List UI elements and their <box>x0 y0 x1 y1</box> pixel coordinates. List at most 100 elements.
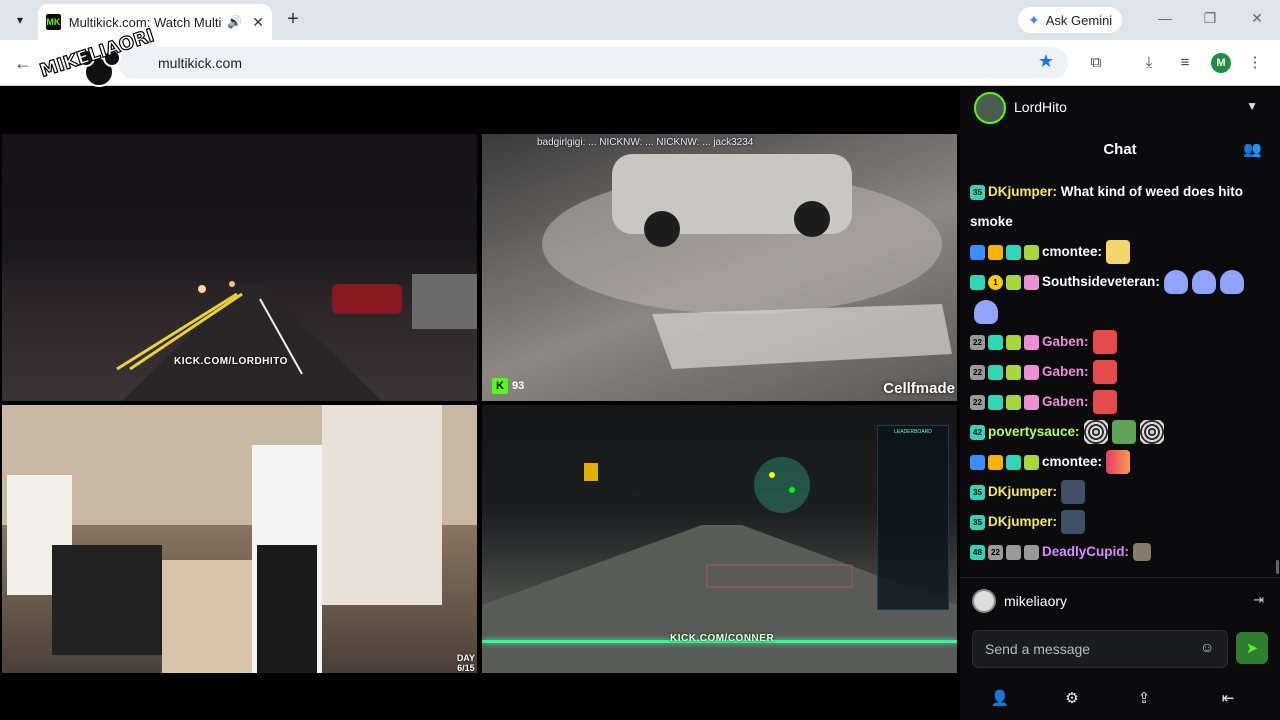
send-button[interactable]: ➤ <box>1236 632 1268 664</box>
chat-message: 35 DKjumper: <box>970 477 1270 507</box>
ask-gemini-label: Ask Gemini <box>1045 12 1113 28</box>
chat-badge-icon: 22 <box>988 544 1003 560</box>
media-icon[interactable]: ≡ <box>1174 52 1196 74</box>
close-window-icon[interactable]: ✕ <box>1247 10 1267 30</box>
chat-username[interactable]: cmontee: <box>1042 244 1102 259</box>
back-arrow-icon[interactable]: ← <box>12 52 34 74</box>
emote-icon <box>1092 360 1117 385</box>
day-value: 6/15 <box>457 663 475 673</box>
divider <box>960 577 1280 578</box>
chat-username[interactable]: Gaben: <box>1042 364 1089 379</box>
chat-message: 48 22 DeadlyCupid: <box>970 537 1270 567</box>
mikeliaori-logo: MIKELIAORI <box>37 25 157 87</box>
emote-icon <box>1111 420 1136 445</box>
chat-header: Chat 👥 <box>960 129 1280 169</box>
browser-tab-bar: ▾ MK Multikick.com: Watch Multi 🔊 ✕ + ✦ … <box>0 0 1280 40</box>
chat-badge-icon <box>1024 334 1039 350</box>
chat-badge-icon <box>970 244 985 260</box>
chat-username[interactable]: cmontee: <box>1042 454 1102 469</box>
stream-player-cellfmade[interactable]: badgirlgigi: ... NICKNW: ... NICKNW: ...… <box>482 134 957 401</box>
avatar[interactable] <box>972 589 996 613</box>
minimize-icon[interactable]: — <box>1155 10 1175 30</box>
exit-icon[interactable]: ⇥ <box>1253 592 1264 608</box>
chat-badge-icon <box>1024 454 1039 470</box>
stream-player-lordhito[interactable]: KICK.COM/LORDHITO <box>2 134 477 401</box>
chat-badge-icon <box>988 394 1003 410</box>
chat-badge-icon <box>1006 364 1021 380</box>
chat-message: 35 DKjumper: <box>970 507 1270 537</box>
chat-badge-icon <box>988 454 1003 470</box>
add-user-icon[interactable]: 👤 <box>990 689 1010 709</box>
speaker-icon[interactable]: 🔊 <box>227 15 242 29</box>
streamer-name: LordHito <box>1014 99 1067 115</box>
chat-badge-icon <box>1024 274 1039 290</box>
chat-badge-icon: 35 <box>970 484 985 500</box>
chat-badge-icon: 42 <box>970 424 985 440</box>
chat-badge-icon <box>988 244 1003 260</box>
chat-badge-icon: 35 <box>970 514 985 530</box>
chat-username[interactable]: Southsideveteran: <box>1042 274 1160 289</box>
users-icon[interactable]: 👥 <box>1243 140 1262 158</box>
address-toolbar: ← multikick.com ★ ⧉ ⤓ ≡ ⋮ <box>0 40 1280 86</box>
chat-username[interactable]: povertysauce: <box>988 424 1080 439</box>
chat-username[interactable]: DKjumper: <box>988 184 1057 199</box>
gear-icon[interactable]: ⚙ <box>1062 689 1082 709</box>
viewer-count: 93 <box>512 380 525 392</box>
chat-badge-icon <box>1006 454 1021 470</box>
emote-icon <box>1133 543 1152 562</box>
chat-username[interactable]: DKjumper: <box>988 484 1057 499</box>
kebab-menu-icon[interactable]: ⋮ <box>1244 52 1266 74</box>
emote-icon <box>1061 480 1086 505</box>
chat-bottom-toolbar: 👤 ⚙ ⇪ ⇤ <box>960 689 1280 713</box>
chat-badge-icon <box>988 364 1003 380</box>
stream-player-irl[interactable]: DAY 6/15 <box>2 405 477 673</box>
message-input[interactable] <box>972 630 1228 668</box>
chat-badge-icon: 1 <box>988 274 1003 290</box>
chat-badge-icon: 22 <box>970 394 985 410</box>
leaderboard-overlay: LEADERBOARD <box>877 425 949 610</box>
ask-gemini-button[interactable]: ✦ Ask Gemini <box>1018 7 1123 33</box>
chat-message: cmontee: <box>970 237 1270 267</box>
emote-icon <box>1092 390 1117 415</box>
close-icon[interactable]: ✕ <box>252 14 264 31</box>
chat-badge-icon <box>1024 244 1039 260</box>
streamer-selector[interactable]: LordHito ▼ <box>960 87 1280 129</box>
new-tab-button[interactable]: + <box>282 9 304 31</box>
day-label: DAY <box>456 653 475 663</box>
logout-icon[interactable]: ⇤ <box>1218 689 1238 709</box>
profile-avatar[interactable]: M <box>1211 53 1231 73</box>
chat-message: 42 povertysauce: <box>970 417 1270 447</box>
restore-icon[interactable]: ❐ <box>1200 10 1220 30</box>
chat-message: 22 Gaben: <box>970 387 1270 417</box>
chat-username[interactable]: DKjumper: <box>988 514 1057 529</box>
tab-search-chevron-down-icon[interactable]: ▾ <box>8 8 32 32</box>
chat-message: 1 Southsideveteran: <box>970 267 1270 327</box>
download-icon[interactable]: ⤓ <box>1138 52 1160 74</box>
emote-icon <box>1092 330 1117 355</box>
chat-scrollbar[interactable] <box>1276 560 1279 574</box>
chat-badge-icon <box>970 454 985 470</box>
chat-messages[interactable]: 35 DKjumper: What kind of weed does hito … <box>970 177 1270 567</box>
emote-icon <box>1061 510 1086 535</box>
star-icon[interactable]: ★ <box>1038 51 1054 72</box>
chat-username[interactable]: DeadlyCupid: <box>1042 544 1129 559</box>
smile-icon[interactable]: ☺ <box>1200 639 1214 655</box>
leaderboard-title: LEADERBOARD <box>894 429 932 435</box>
emote-icon <box>1139 420 1164 445</box>
stream-player-conner[interactable]: LEADERBOARD KICK.COM/CONNER <box>482 405 957 673</box>
emote-icon <box>974 300 998 325</box>
chat-badge-icon <box>1006 334 1021 350</box>
chat-message: cmontee: <box>970 447 1270 477</box>
chat-message: 22 Gaben: <box>970 357 1270 387</box>
omnibox[interactable]: multikick.com ★ <box>118 47 1068 79</box>
chat-badge-icon <box>1024 364 1039 380</box>
emote-icon <box>1083 420 1108 445</box>
share-icon[interactable]: ⇪ <box>1134 689 1154 709</box>
current-user-name: mikeliaory <box>1004 593 1068 609</box>
emote-icon <box>1191 270 1216 295</box>
gemini-spark-icon: ✦ <box>1028 11 1040 28</box>
chat-username[interactable]: Gaben: <box>1042 394 1089 409</box>
puzzle-icon[interactable]: ⧉ <box>1085 52 1107 74</box>
chat-username[interactable]: Gaben: <box>1042 334 1089 349</box>
chevron-down-icon[interactable]: ▼ <box>1246 99 1258 113</box>
